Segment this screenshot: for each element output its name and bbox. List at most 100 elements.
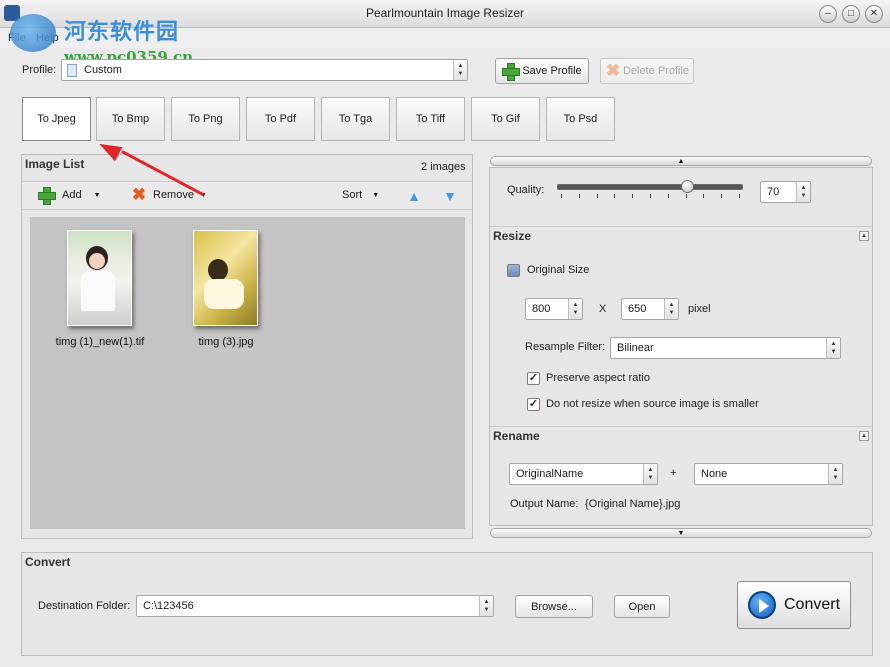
- slider-tick: [739, 194, 740, 198]
- resample-filter-value: Bilinear: [617, 342, 654, 354]
- unit-label: pixel: [688, 303, 711, 315]
- quality-spinner[interactable]: 70 ▲ ▼: [760, 181, 811, 203]
- rename-first-select[interactable]: OriginalName ▲ ▼: [509, 463, 658, 485]
- checkmark-icon: ✓: [528, 372, 539, 384]
- resample-filter-select[interactable]: Bilinear ▲ ▼: [610, 337, 841, 359]
- chevron-updown-icon: ▲ ▼: [568, 299, 582, 319]
- save-profile-button[interactable]: Save Profile: [495, 58, 589, 84]
- quality-value: 70: [767, 186, 780, 198]
- remove-icon: ✖: [131, 185, 147, 204]
- image-filename: timg (3).jpg: [198, 336, 254, 348]
- rename-plus: +: [670, 467, 677, 479]
- close-button[interactable]: ✕: [865, 5, 883, 23]
- slider-tick: [561, 194, 562, 198]
- no-upscale-checkbox[interactable]: ✓: [527, 398, 540, 411]
- image-filename: timg (1)_new(1).tif: [55, 336, 145, 348]
- delete-icon: ✖: [605, 61, 621, 80]
- slider-tick: [614, 194, 616, 198]
- width-spinner[interactable]: 800 ▲ ▼: [525, 298, 583, 320]
- quality-slider-track[interactable]: [557, 184, 743, 190]
- destination-folder-label: Destination Folder:: [38, 600, 131, 612]
- tab-to-png[interactable]: To Png: [171, 97, 240, 141]
- remove-label: Remove: [153, 189, 194, 201]
- chevron-updown-icon: ▲ ▼: [828, 464, 842, 484]
- rename-title: Rename: [493, 429, 540, 443]
- rename-second-select[interactable]: None ▲ ▼: [694, 463, 843, 485]
- thumbnail-figure-face: [89, 253, 105, 269]
- move-down-icon[interactable]: ▼: [442, 188, 458, 204]
- resample-filter-label: Resample Filter:: [525, 341, 606, 353]
- no-upscale-label: Do not resize when source image is small…: [546, 398, 759, 410]
- tab-to-tga[interactable]: To Tga: [321, 97, 390, 141]
- document-icon: [67, 64, 77, 77]
- checkmark-icon: ✓: [528, 398, 539, 410]
- close-icon: ✕: [869, 8, 879, 19]
- slider-tick: [685, 194, 687, 198]
- sort-button[interactable]: Sort ▼: [342, 189, 379, 201]
- destination-folder-value: C:\123456: [143, 600, 194, 612]
- move-up-icon[interactable]: ▲: [406, 188, 422, 204]
- chevron-down-icon: ▼: [93, 191, 101, 199]
- profile-label: Profile:: [22, 64, 57, 76]
- convert-button[interactable]: Convert: [737, 581, 851, 629]
- tab-to-gif[interactable]: To Gif: [471, 97, 540, 141]
- caret-up-icon: ▲: [677, 157, 685, 165]
- chevron-updown-icon: ▲ ▼: [453, 60, 467, 80]
- chevron-updown-icon: ▲ ▼: [826, 338, 840, 358]
- tab-to-tiff[interactable]: To Tiff: [396, 97, 465, 141]
- width-value: 800: [532, 303, 551, 315]
- maximize-button[interactable]: □: [842, 5, 860, 23]
- tab-to-jpeg[interactable]: To Jpeg: [22, 97, 91, 141]
- plus-icon: [502, 63, 521, 81]
- thumbnail-figure-body: [204, 279, 244, 309]
- minimize-button[interactable]: –: [819, 5, 837, 23]
- slider-tick: [596, 194, 598, 198]
- convert-title: Convert: [25, 555, 71, 569]
- plus-icon: [38, 187, 56, 205]
- caret-up-icon: ▲: [861, 233, 867, 239]
- collapse-top-handle[interactable]: ▲: [490, 156, 872, 166]
- thumbnail-figure-hair: [208, 259, 228, 281]
- preserve-aspect-label: Preserve aspect ratio: [546, 372, 650, 384]
- watermark-site-name: 河东软件园: [64, 19, 180, 45]
- rename-first-value: OriginalName: [516, 468, 584, 480]
- collapse-bottom-handle[interactable]: ▼: [490, 528, 872, 538]
- maximize-icon: □: [847, 8, 855, 19]
- minimize-icon: –: [825, 8, 831, 19]
- tab-to-psd[interactable]: To Psd: [546, 97, 615, 141]
- browse-button[interactable]: Browse...: [515, 595, 593, 618]
- image-count: 2 images: [421, 161, 466, 173]
- preserve-aspect-checkbox[interactable]: ✓: [527, 372, 540, 385]
- open-button[interactable]: Open: [614, 595, 670, 618]
- destination-folder-select[interactable]: C:\123456 ▲ ▼: [136, 595, 494, 617]
- tab-to-bmp[interactable]: To Bmp: [96, 97, 165, 141]
- thumbnail-figure-body: [81, 271, 115, 311]
- chevron-down-icon: ▼: [372, 191, 380, 199]
- tab-to-pdf[interactable]: To Pdf: [246, 97, 315, 141]
- section-divider: [490, 226, 872, 227]
- slider-tick: [578, 194, 580, 198]
- slider-tick: [650, 194, 651, 198]
- delete-profile-button[interactable]: ✖ Delete Profile: [600, 58, 694, 84]
- rename-collapse-button[interactable]: ▲: [859, 431, 869, 441]
- profile-value: Custom: [84, 64, 122, 76]
- image-list-title: Image List: [25, 157, 85, 171]
- dimension-separator: X: [599, 303, 607, 315]
- height-spinner[interactable]: 650 ▲ ▼: [621, 298, 679, 320]
- sort-label: Sort: [342, 189, 363, 201]
- output-name-value: {Original Name}.jpg: [585, 498, 681, 510]
- caret-up-icon: ▲: [861, 433, 867, 439]
- image-thumbnail[interactable]: [193, 230, 258, 326]
- slider-tick: [721, 194, 723, 198]
- image-thumbnail[interactable]: [67, 230, 132, 326]
- chevron-updown-icon: ▲ ▼: [796, 182, 810, 202]
- original-size-checkbox[interactable]: [507, 264, 520, 277]
- output-name-label: Output Name:: [510, 498, 579, 510]
- caret-down-icon: ▼: [677, 529, 685, 537]
- quality-slider-handle[interactable]: [680, 180, 694, 193]
- add-button[interactable]: Add ▼: [38, 187, 101, 205]
- slider-tick: [703, 194, 705, 198]
- resize-collapse-button[interactable]: ▲: [859, 231, 869, 241]
- slider-tick: [632, 194, 634, 198]
- profile-select[interactable]: Custom ▲ ▼: [61, 59, 468, 81]
